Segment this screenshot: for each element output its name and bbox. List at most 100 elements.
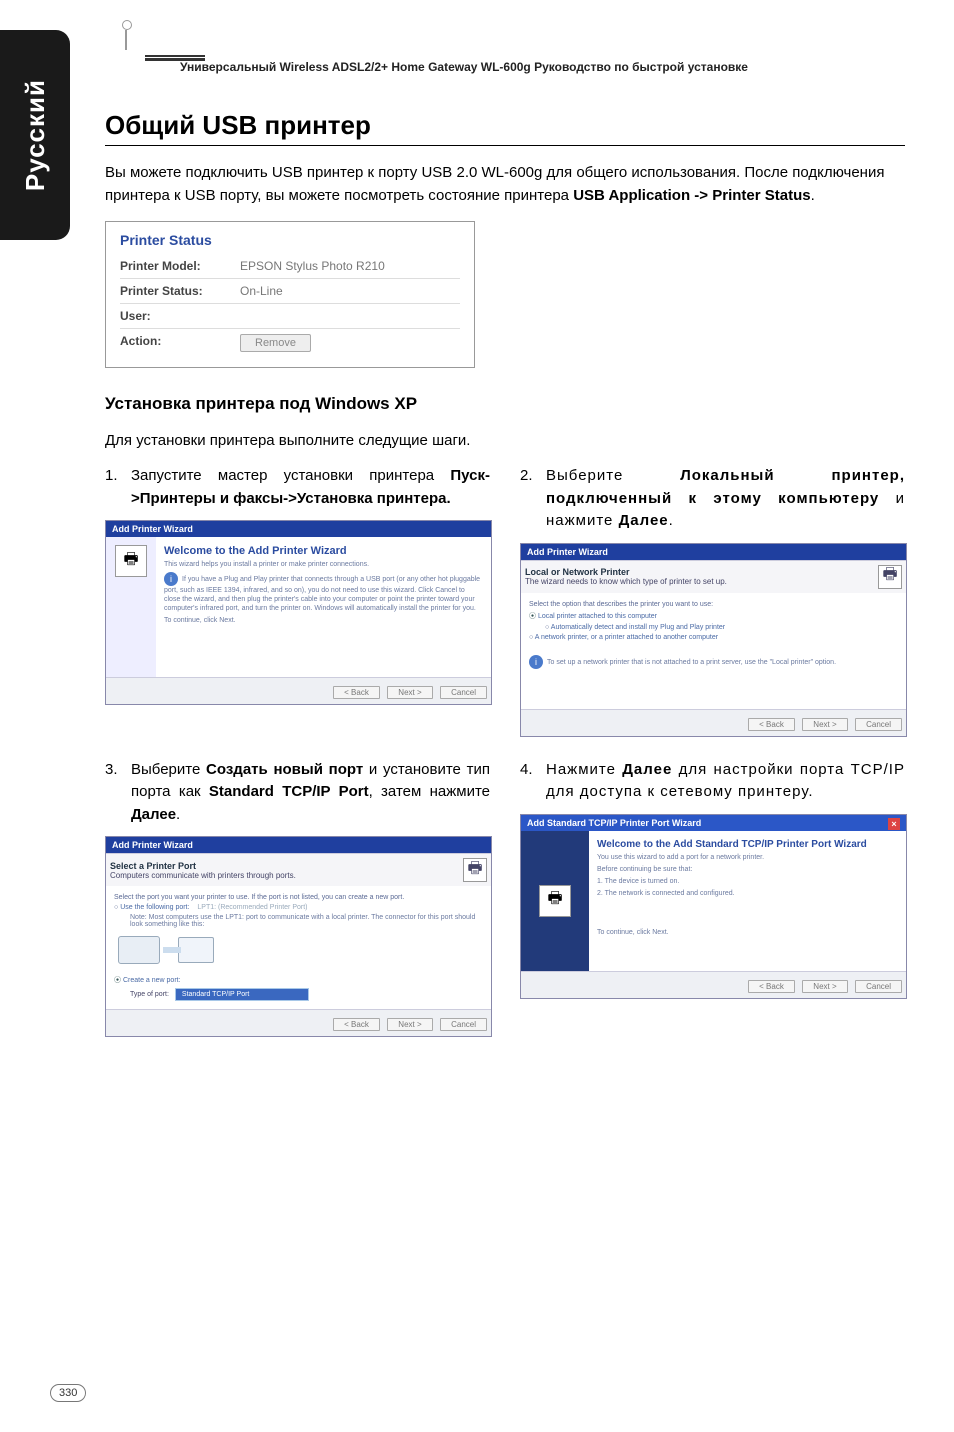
wizard-footer: < Back Next > Cancel	[521, 971, 906, 998]
radio-use-port[interactable]: Use the following port: LPT1: (Recommend…	[114, 904, 483, 911]
info-icon: i	[164, 572, 178, 586]
step-2: 2. Выберите Локальный принтер, подключен…	[520, 465, 905, 533]
back-button[interactable]: < Back	[333, 1018, 380, 1031]
port-type-label: Type of port:	[130, 991, 169, 998]
wizard-prereq-2: 2. The network is connected and configur…	[597, 889, 898, 898]
wizard-continue: To continue, click Next.	[164, 616, 483, 625]
printer-model-value: EPSON Stylus Photo R210	[240, 259, 385, 273]
step-4: 4. Нажмите Далее для настройки порта TCP…	[520, 759, 905, 804]
port-connector-icon	[118, 936, 160, 964]
port-dropdown[interactable]: LPT1: (Recommended Printer Port)	[197, 904, 307, 911]
section-title: Общий USB принтер	[105, 110, 905, 141]
wizard-body: Select the option that describes the pri…	[521, 593, 906, 709]
step-number: 3.	[105, 759, 131, 827]
printer-status-value: On-Line	[240, 284, 283, 298]
checkbox-auto-detect[interactable]: Automatically detect and install my Plug…	[545, 624, 898, 631]
wizard-question: Select the port you want your printer to…	[114, 894, 483, 901]
step-text: .	[669, 512, 674, 529]
wizard-subheader: Local or Network Printer The wizard need…	[521, 560, 906, 593]
network-printer-icon: 🖶	[539, 885, 571, 917]
radio-create-port[interactable]: Create a new port:	[114, 975, 483, 985]
wizard-local-network: Add Printer Wizard Local or Network Prin…	[520, 543, 907, 737]
wizard-footer: < Back Next > Cancel	[521, 709, 906, 736]
title-divider	[105, 145, 905, 146]
header-rule	[145, 55, 205, 57]
wizard-note: Note: Most computers use the LPT1: port …	[130, 914, 483, 928]
step-number: 1.	[105, 465, 131, 510]
language-tab: Русский	[0, 30, 70, 240]
wizard-info: iIf you have a Plug and Play printer tha…	[164, 572, 483, 613]
radio-local-printer[interactable]: Local printer attached to this computer	[529, 611, 898, 621]
step-text: Запустите мастер установки принтера	[131, 467, 450, 484]
wizard-prereq: Before continuing be sure that:	[597, 865, 898, 874]
wizard-subtext: You use this wizard to add a port for a …	[597, 853, 898, 862]
port-illustration	[114, 928, 483, 972]
language-label: Русский	[20, 79, 51, 191]
wizard-titlebar: Add Printer Wizard	[521, 544, 906, 560]
printer-model-label: Printer Model:	[120, 259, 240, 273]
binder-ring	[122, 20, 130, 50]
step-text-bold: Standard TCP/IP Port	[209, 783, 369, 800]
wizard-footer: < Back Next > Cancel	[106, 1009, 491, 1036]
next-button[interactable]: Next >	[387, 686, 432, 699]
step-1: 1. Запустите мастер установки принтера П…	[105, 465, 490, 510]
next-button[interactable]: Next >	[802, 980, 847, 993]
document-header: Универсальный Wireless ADSL2/2+ Home Gat…	[180, 60, 748, 74]
wizard-footer: < Back Next > Cancel	[106, 677, 491, 704]
printer-icon: 🖶	[463, 858, 487, 882]
wizard-heading: Select a Printer Port	[110, 861, 296, 871]
wizard-heading: Welcome to the Add Printer Wizard	[164, 545, 483, 557]
wizard-question: Select the option that describes the pri…	[529, 601, 898, 608]
printer-user-label: User:	[120, 309, 240, 323]
wizard-tcpip-port: Add Standard TCP/IP Printer Port Wizard …	[520, 814, 907, 999]
radio-label: Use the following port:	[120, 904, 189, 911]
step-number: 2.	[520, 465, 546, 533]
printer-icon: 🖶	[115, 545, 147, 577]
wizard-continue: To continue, click Next.	[597, 928, 898, 937]
wizard-sidebar: 🖶	[106, 537, 156, 677]
cancel-button[interactable]: Cancel	[855, 718, 902, 731]
wizard-titlebar: Add Printer Wizard	[106, 521, 491, 537]
step-text-bold: Создать новый порт	[206, 761, 363, 778]
step-text: , затем нажмите	[369, 783, 490, 800]
wizard-heading: Welcome to the Add Standard TCP/IP Print…	[597, 839, 898, 850]
wizard-titlebar: Add Printer Wizard	[106, 837, 491, 853]
step-text-bold: Далее	[619, 512, 669, 529]
cancel-button[interactable]: Cancel	[440, 1018, 487, 1031]
step-text: .	[176, 806, 180, 823]
close-icon[interactable]: ×	[888, 818, 900, 830]
intro-end: .	[811, 187, 815, 204]
step-text-bold: Далее	[622, 761, 672, 778]
printer-status-panel: Printer Status Printer Model: EPSON Styl…	[105, 221, 475, 368]
wizard-body: Select the port you want your printer to…	[106, 886, 491, 1009]
step-text: Выберите	[546, 467, 680, 484]
port-type-select[interactable]: Standard TCP/IP Port	[175, 988, 309, 1001]
back-button[interactable]: < Back	[333, 686, 380, 699]
step-text-bold: Далее	[131, 806, 176, 823]
wizard-subtext: The wizard needs to know which type of p…	[525, 577, 727, 586]
info-icon: i	[529, 655, 543, 669]
step-number: 4.	[520, 759, 546, 804]
radio-network-printer[interactable]: A network printer, or a printer attached…	[529, 634, 898, 641]
cancel-button[interactable]: Cancel	[440, 686, 487, 699]
printer-status-title: Printer Status	[120, 232, 460, 248]
mini-printer-icon	[178, 937, 214, 963]
next-button[interactable]: Next >	[802, 718, 847, 731]
wizard-sidebar: 🖶	[521, 831, 589, 971]
wizard-titlebar: Add Standard TCP/IP Printer Port Wizard …	[521, 815, 906, 831]
install-lead: Для установки принтера выполните следущи…	[105, 432, 905, 449]
back-button[interactable]: < Back	[748, 718, 795, 731]
wizard-subtext: This wizard helps you install a printer …	[164, 560, 483, 569]
step-3: 3. Выберите Создать новый порт и установ…	[105, 759, 490, 827]
wizard-welcome: Add Printer Wizard 🖶 Welcome to the Add …	[105, 520, 492, 705]
remove-button[interactable]: Remove	[240, 334, 311, 352]
wizard-subtext: Computers communicate with printers thro…	[110, 871, 296, 880]
printer-status-label: Printer Status:	[120, 284, 240, 298]
back-button[interactable]: < Back	[748, 980, 795, 993]
step-text: Выберите	[131, 761, 206, 778]
page-number: 330	[50, 1384, 86, 1402]
wizard-prereq-1: 1. The device is turned on.	[597, 877, 898, 886]
cancel-button[interactable]: Cancel	[855, 980, 902, 993]
wizard-select-port: Add Printer Wizard Select a Printer Port…	[105, 836, 492, 1037]
next-button[interactable]: Next >	[387, 1018, 432, 1031]
